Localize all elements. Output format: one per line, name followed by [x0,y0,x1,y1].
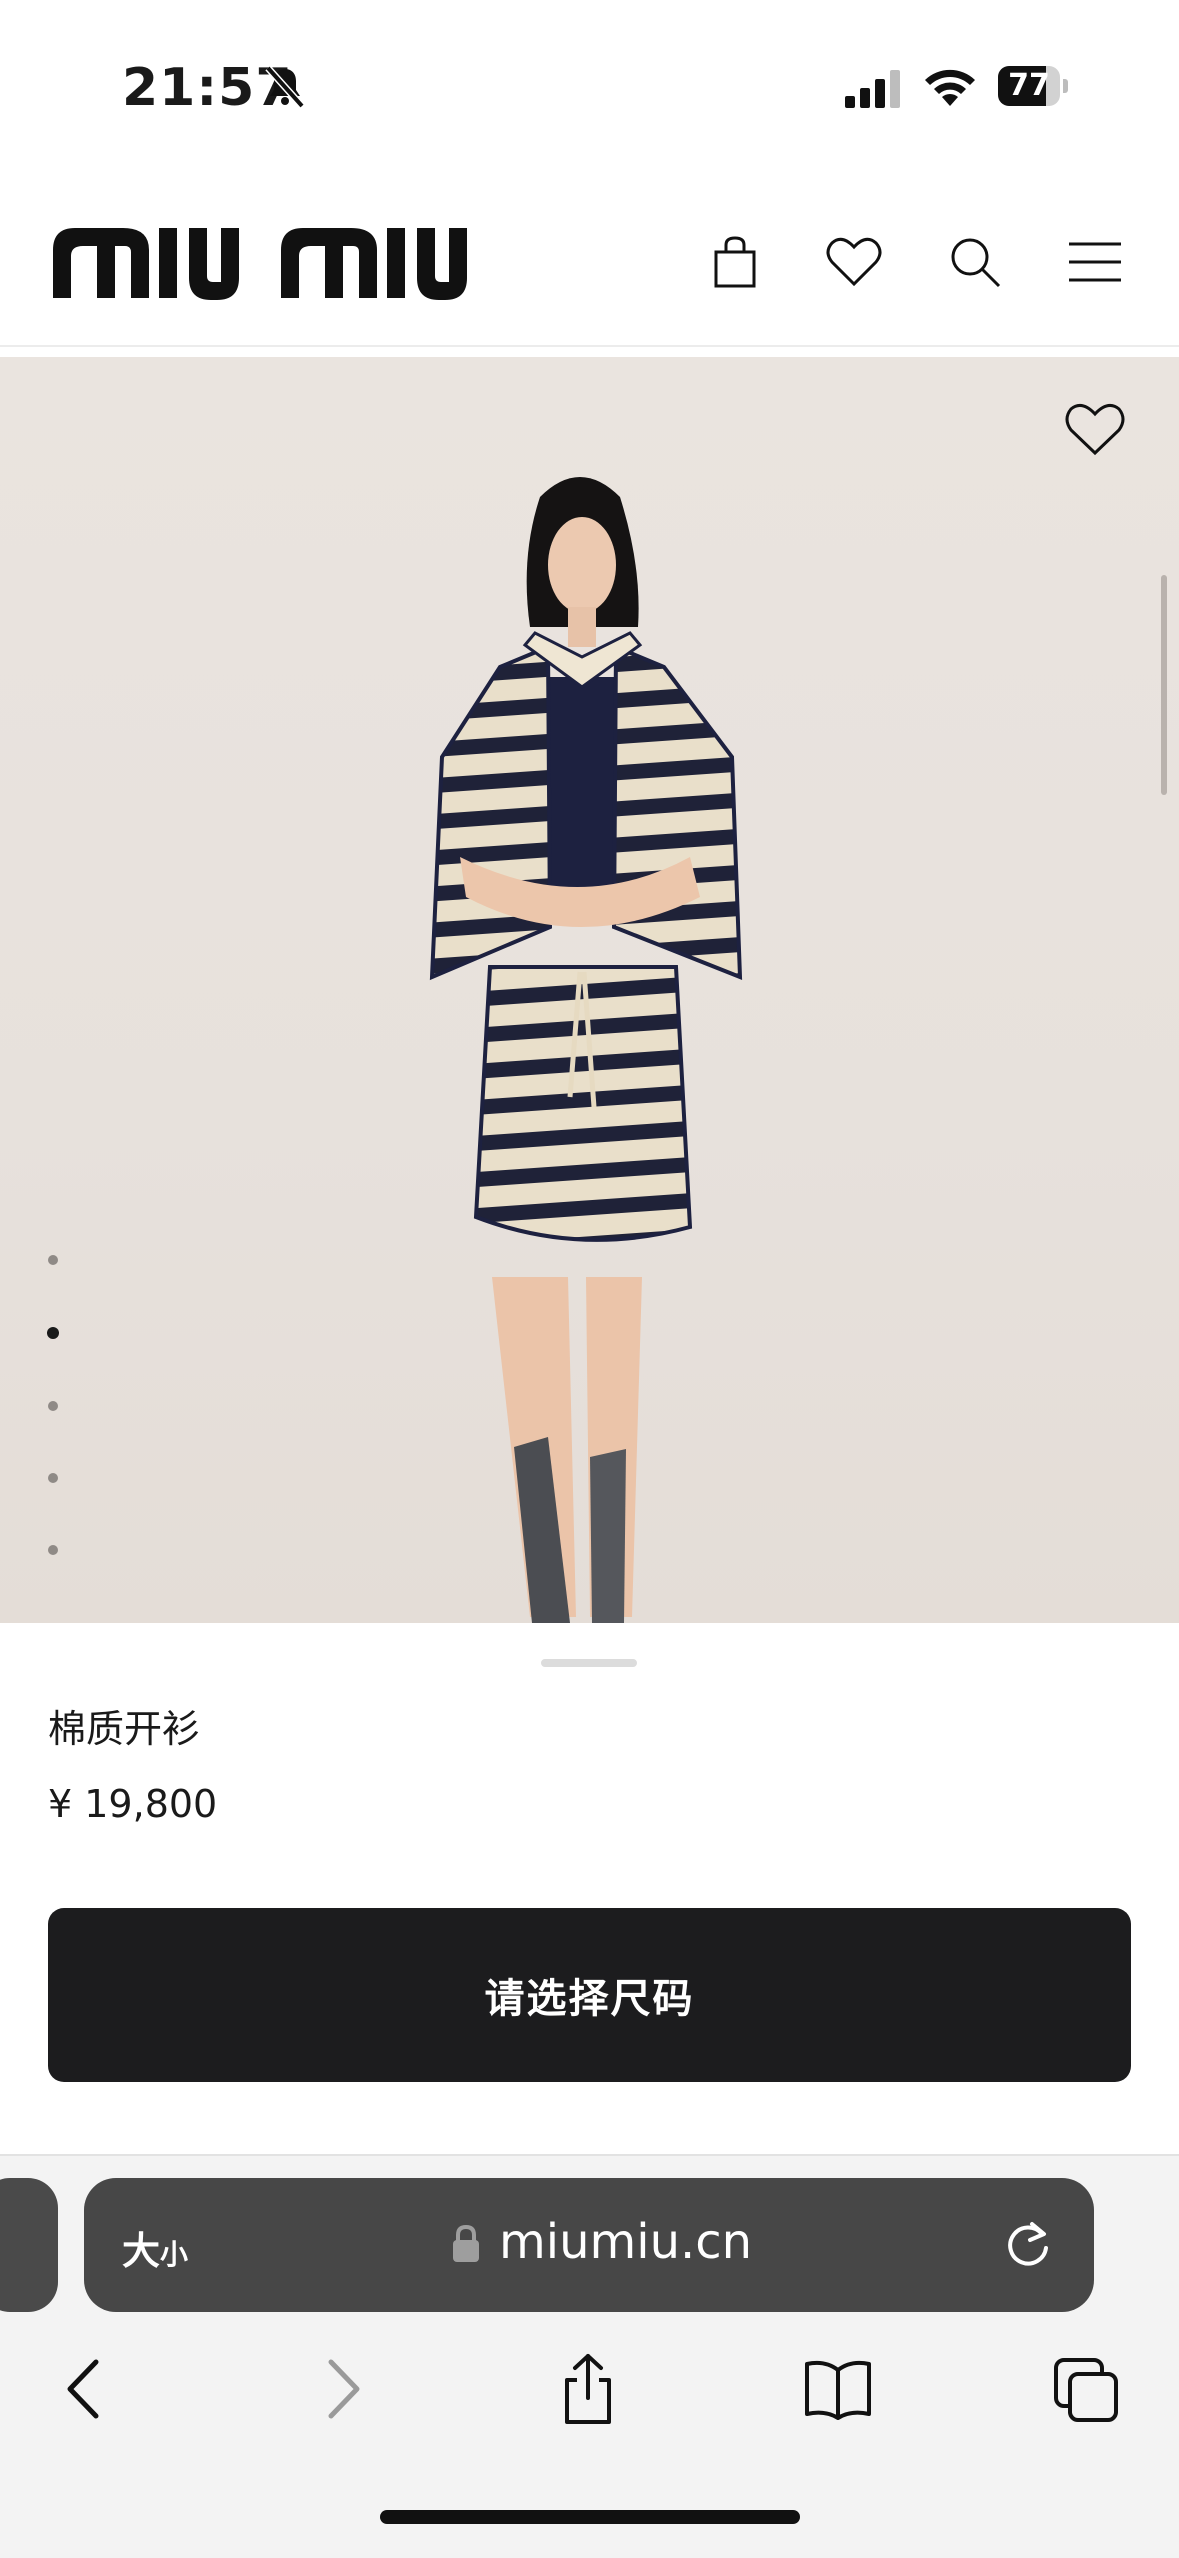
text-size-small: 小 [160,2238,189,2271]
pagination-dot-active[interactable] [47,1327,59,1339]
miu-miu-logo[interactable] [53,220,501,300]
product-image-gallery[interactable] [0,357,1179,1623]
heart-icon[interactable] [824,232,884,292]
shopping-bag-icon[interactable] [705,232,765,292]
hamburger-menu-icon[interactable] [1065,232,1125,292]
url-text: miumiu.cn [499,2214,753,2270]
share-icon[interactable] [553,2352,623,2426]
cellular-signal-icon [845,70,900,108]
pagination-dot[interactable] [48,1473,58,1483]
product-name: 棉质开衫 [48,1707,201,1751]
wifi-icon [925,69,975,106]
image-scroll-indicator [1161,575,1167,795]
reload-icon[interactable] [1002,2218,1054,2272]
pagination-dot[interactable] [48,1545,58,1555]
search-icon[interactable] [945,232,1005,292]
product-price: ¥ 19,800 [48,1782,218,1826]
gallery-pagination-dots [47,1255,62,1617]
previous-tab-preview[interactable] [0,2178,58,2312]
bookmarks-icon[interactable] [803,2352,873,2426]
site-header [0,190,1179,347]
product-photo-model [429,477,743,1623]
tabs-overview-icon[interactable] [1052,2352,1122,2426]
text-size-big: 大 [122,2229,161,2273]
status-bar: 21:57 77 [0,0,1179,150]
sheet-drag-handle[interactable] [541,1659,637,1667]
battery-percentage: 77 [1008,68,1050,103]
browser-bottom-bar: 大小 miumiu.cn [0,2154,1179,2558]
lock-icon [453,2224,479,2262]
address-bar[interactable]: 大小 miumiu.cn [84,2178,1094,2312]
select-size-button[interactable]: 请选择尺码 [48,1908,1131,2082]
bell-slash-icon [265,65,305,109]
battery-indicator: 77 [998,66,1068,106]
text-size-button[interactable]: 大小 [122,2220,188,2275]
forward-icon[interactable] [305,2352,375,2426]
wishlist-heart-icon[interactable] [1062,399,1128,459]
pagination-dot[interactable] [48,1401,58,1411]
back-icon[interactable] [52,2352,122,2426]
pagination-dot[interactable] [48,1255,58,1265]
home-indicator [380,2510,800,2524]
